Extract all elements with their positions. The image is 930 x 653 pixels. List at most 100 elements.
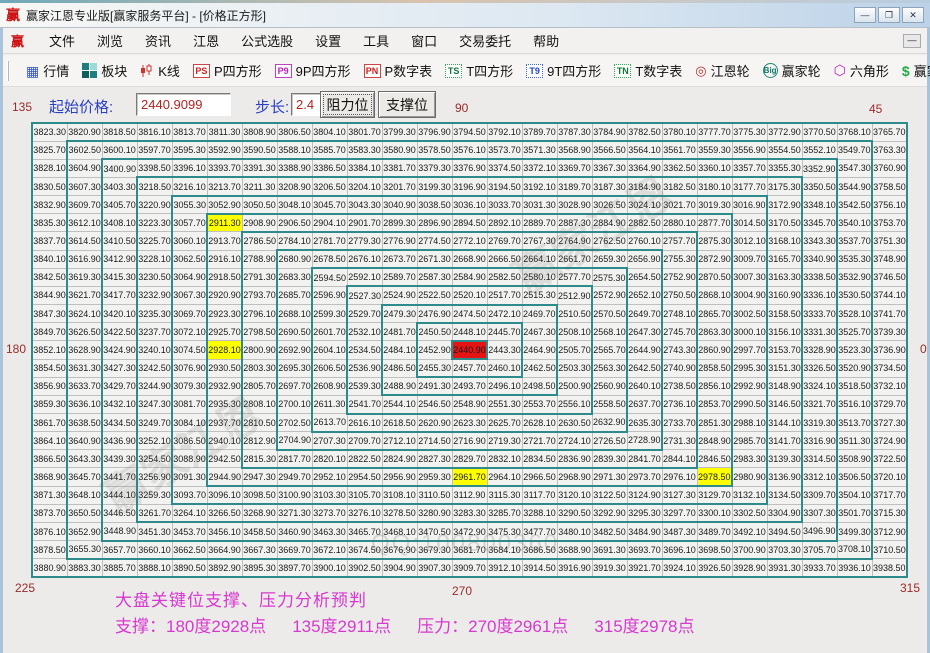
gann-cell[interactable]: 3936.10 <box>836 558 873 579</box>
gann-cell[interactable]: 3578.50 <box>416 140 453 160</box>
gann-cell[interactable]: 2764.90 <box>556 230 593 251</box>
gann-cell[interactable]: 3912.10 <box>486 558 523 579</box>
gann-cell[interactable]: 3120.10 <box>556 485 593 506</box>
toolbar-winner-wheel[interactable]: Big 赢家轮 <box>762 61 821 80</box>
gann-cell[interactable]: 3302.50 <box>731 503 768 524</box>
gann-cell[interactable]: 3518.50 <box>836 376 873 396</box>
gann-cell[interactable]: 2580.10 <box>521 267 558 287</box>
gann-cell[interactable]: 3576.10 <box>451 140 488 160</box>
menu-browse[interactable]: 浏览 <box>86 28 134 53</box>
gann-cell[interactable]: 2673.70 <box>381 249 418 269</box>
gann-cell[interactable]: 2488.90 <box>381 376 418 397</box>
gann-cell[interactable]: 3412.90 <box>101 249 138 269</box>
gann-cell[interactable]: 2839.30 <box>591 449 628 469</box>
gann-cell[interactable]: 3607.30 <box>66 176 103 197</box>
gann-cell[interactable]: 2690.50 <box>276 322 313 342</box>
gann-cell[interactable]: 2642.50 <box>626 358 663 378</box>
gann-cell[interactable]: 3885.70 <box>101 558 138 579</box>
gann-cell[interactable]: 3465.70 <box>346 521 383 542</box>
gann-cell[interactable]: 2709.70 <box>346 431 383 451</box>
gann-cell[interactable]: 3600.10 <box>101 140 138 160</box>
gann-cell[interactable]: 3544.90 <box>836 176 873 197</box>
gann-cell[interactable]: 3568.90 <box>556 140 593 160</box>
gann-cell[interactable]: 2887.30 <box>556 212 593 233</box>
gann-cell[interactable]: 3835.30 <box>31 213 68 233</box>
gann-cell[interactable]: 3424.90 <box>101 340 138 360</box>
gann-cell[interactable]: 2774.50 <box>416 230 453 251</box>
gann-cell[interactable]: 3772.90 <box>766 121 803 142</box>
gann-cell[interactable]: 3736.90 <box>871 340 908 360</box>
gann-cell[interactable]: 3643.30 <box>66 449 103 469</box>
gann-cell[interactable]: 3292.90 <box>591 503 628 524</box>
gann-cell[interactable]: 3499.30 <box>836 521 873 542</box>
gann-cell[interactable]: 3468.10 <box>381 521 418 542</box>
gann-cell[interactable]: 3890.50 <box>171 558 208 579</box>
gann-cell[interactable]: 3559.30 <box>696 140 733 160</box>
gann-cell[interactable]: 3895.30 <box>241 558 278 579</box>
gann-cell[interactable]: 2942.50 <box>206 449 243 469</box>
gann-cell[interactable]: 2476.90 <box>416 303 453 324</box>
gann-cell[interactable]: 2726.50 <box>591 431 628 451</box>
toolbar-sectors[interactable]: 板块 <box>82 61 127 80</box>
gann-cell[interactable]: 2712.10 <box>381 431 418 451</box>
gann-cell[interactable]: 3304.90 <box>766 503 803 524</box>
gann-cell[interactable]: 3880.90 <box>31 558 68 579</box>
gann-cell[interactable]: 3931.30 <box>766 558 803 579</box>
gann-cell[interactable]: 2944.90 <box>206 467 243 488</box>
gann-cell[interactable]: 3566.50 <box>591 140 628 160</box>
gann-cell[interactable]: 3655.30 <box>66 540 103 560</box>
gann-cell[interactable]: 3108.10 <box>381 485 418 506</box>
gann-cell[interactable]: 3432.10 <box>101 394 138 415</box>
gann-cell[interactable]: 3751.30 <box>871 231 908 251</box>
gann-cell[interactable]: 3124.90 <box>626 485 663 506</box>
gann-cell[interactable]: 2592.10 <box>346 267 383 287</box>
gann-cell[interactable]: 2522.50 <box>416 285 453 306</box>
gann-cell[interactable]: 3674.50 <box>346 540 383 560</box>
gann-cell[interactable]: 3105.70 <box>346 485 383 506</box>
gann-cell[interactable]: 3734.50 <box>871 358 908 378</box>
gann-cell[interactable]: 3652.90 <box>66 521 103 542</box>
gann-cell[interactable]: 2995.30 <box>731 358 768 378</box>
gann-cell[interactable]: 3873.70 <box>31 503 68 523</box>
gann-cell[interactable]: 2558.50 <box>591 394 628 415</box>
gann-cell[interactable]: 2829.70 <box>451 449 488 469</box>
gann-cell[interactable]: 3784.90 <box>591 121 628 142</box>
gann-cell[interactable]: 3247.30 <box>136 394 173 415</box>
gann-cell[interactable]: 2748.10 <box>661 304 698 324</box>
gann-cell[interactable]: 3151.30 <box>766 358 803 378</box>
gann-cell[interactable]: 2606.50 <box>311 358 348 378</box>
gann-cell[interactable]: 2445.70 <box>486 321 523 342</box>
gann-cell[interactable]: 3331.30 <box>801 322 838 342</box>
gann-cell[interactable]: 2786.50 <box>241 230 278 251</box>
gann-cell[interactable]: 3484.90 <box>626 521 663 542</box>
gann-cell[interactable]: 3864.10 <box>31 431 68 451</box>
gann-cell[interactable]: 3453.70 <box>171 521 208 542</box>
gann-cell[interactable]: 3820.90 <box>66 121 103 142</box>
menu-trade-order[interactable]: 交易委托 <box>448 28 522 53</box>
gann-cell[interactable]: 2695.30 <box>276 358 313 378</box>
gann-cell[interactable]: 3616.90 <box>66 249 103 269</box>
gann-cell[interactable]: 3902.50 <box>346 558 383 579</box>
gann-cell[interactable]: 3811.30 <box>206 121 243 142</box>
gann-cell[interactable]: 2512.90 <box>556 285 593 306</box>
gann-cell[interactable]: 3823.30 <box>31 121 68 142</box>
gann-cell[interactable]: 3592.90 <box>206 140 243 160</box>
gann-cell[interactable]: 3021.70 <box>661 194 698 215</box>
gann-cell[interactable]: 2608.90 <box>311 376 348 396</box>
gann-cell[interactable]: 2796.10 <box>241 304 278 324</box>
gann-cell[interactable]: 3458.50 <box>241 521 278 542</box>
gann-cell[interactable]: 3588.10 <box>276 140 313 160</box>
gann-cell[interactable]: 2448.10 <box>451 321 488 342</box>
gann-cell[interactable]: 3268.90 <box>241 503 278 524</box>
gann-cell[interactable]: 3636.10 <box>66 394 103 415</box>
gann-cell[interactable]: 2800.90 <box>241 340 278 360</box>
gann-cell[interactable]: 3244.90 <box>136 376 173 396</box>
gann-cell[interactable]: 3036.10 <box>451 194 488 215</box>
gann-cell[interactable]: 3645.70 <box>66 467 103 487</box>
gann-cell[interactable]: 3285.70 <box>486 503 523 524</box>
gann-cell[interactable]: 2851.30 <box>696 412 733 433</box>
gann-cell[interactable]: 2520.10 <box>451 285 488 306</box>
gann-cell[interactable]: 3153.70 <box>766 340 803 360</box>
gann-cell[interactable]: 3691.30 <box>591 540 628 560</box>
gann-cell[interactable]: 3355.30 <box>766 158 803 178</box>
